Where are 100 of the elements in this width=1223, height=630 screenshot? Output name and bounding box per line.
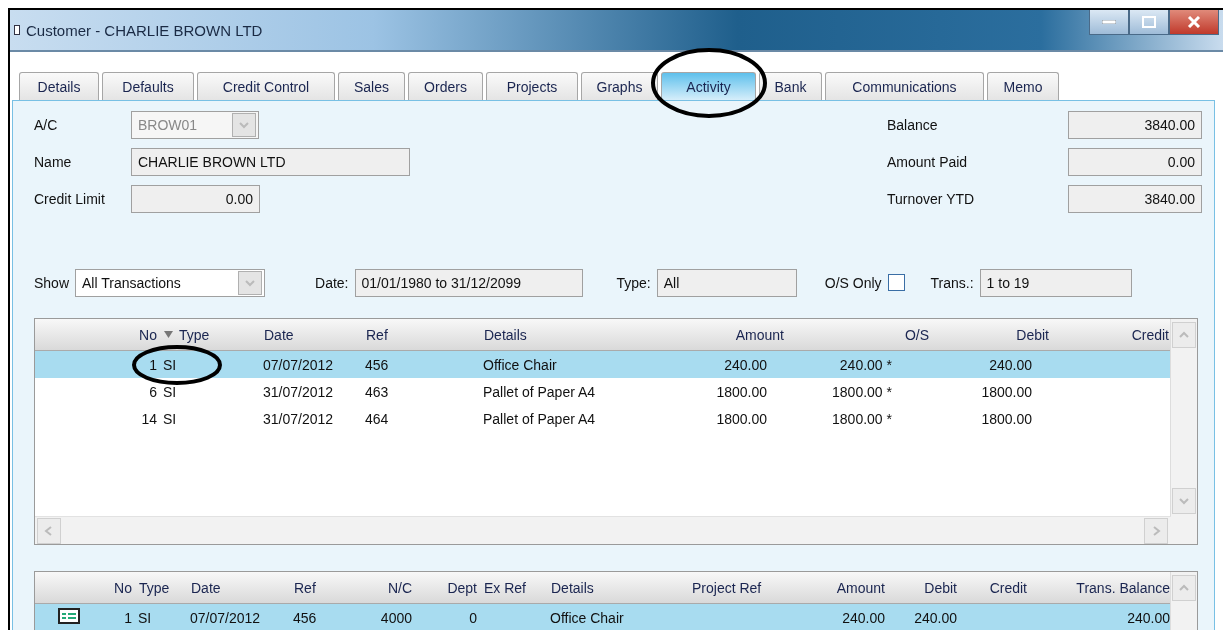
column-header[interactable]: Type xyxy=(164,326,210,343)
column-header[interactable]: Ref xyxy=(294,579,316,596)
tab[interactable]: Bank xyxy=(759,72,822,100)
table-cell: SI xyxy=(163,383,177,400)
table-cell: 14 xyxy=(141,410,157,427)
chevron-icon xyxy=(238,120,250,130)
column-header[interactable]: Debit xyxy=(924,579,957,596)
table-cell: Office Chair xyxy=(483,356,557,373)
field-label: Credit Limit xyxy=(34,191,106,207)
table-cell: Pallet of Paper A4 xyxy=(483,410,596,427)
name-field[interactable]: CHARLIE BROWN LTD xyxy=(131,148,410,176)
date-range-field[interactable]: 01/01/1980 to 31/12/2099 xyxy=(354,268,583,297)
transaction-row[interactable]: 1 SI 07/07/2012 456 Office Chair 240.00 240.00 * 240.00 xyxy=(35,351,1171,378)
minimize-icon xyxy=(1102,20,1116,24)
table-cell: 31/07/2012 xyxy=(263,383,334,400)
table-cell: 1800.00 xyxy=(716,383,767,400)
table-cell: 1800.00 xyxy=(716,410,767,427)
tab[interactable]: Activity xyxy=(661,72,756,100)
credit-limit-field[interactable]: 0.00 xyxy=(131,185,260,213)
window-title: Customer - CHARLIE BROWN LTD xyxy=(26,21,263,39)
scroll-up-icon xyxy=(1178,330,1190,340)
tab[interactable]: Details xyxy=(19,72,99,100)
table-cell: 456 xyxy=(365,356,389,373)
table-cell: 07/07/2012 xyxy=(190,609,261,626)
tab[interactable]: Memo xyxy=(987,72,1059,100)
column-header[interactable]: Details xyxy=(484,326,527,343)
table-cell: 240.00 * xyxy=(839,356,892,373)
window-icon xyxy=(14,25,20,35)
tab[interactable]: Defaults xyxy=(102,72,194,100)
table-cell: 463 xyxy=(365,383,389,400)
table-cell: SI xyxy=(163,356,177,373)
total-field: 0.00 xyxy=(1068,148,1202,176)
show-label: Show xyxy=(34,274,70,291)
tab[interactable]: Communications xyxy=(825,72,984,100)
table-cell: 240.00 xyxy=(989,356,1032,373)
table-cell: 1 xyxy=(149,356,157,373)
field-label: A/C xyxy=(34,117,59,133)
tab[interactable]: Credit Control xyxy=(197,72,335,100)
field-label: Balance xyxy=(887,117,939,133)
date-label: Date: xyxy=(315,274,349,291)
os-only-label: O/S Only xyxy=(824,274,882,291)
column-header[interactable]: Date xyxy=(191,579,221,596)
table-cell: 240.00 xyxy=(842,609,885,626)
record-icon xyxy=(57,608,80,624)
table-cell: SI xyxy=(163,410,177,427)
table-cell: 240.00 xyxy=(914,609,957,626)
close-button[interactable] xyxy=(1169,10,1219,35)
tab[interactable]: Projects xyxy=(486,72,578,100)
table-cell: 1800.00 xyxy=(981,410,1032,427)
table-cell: 240.00 xyxy=(724,356,767,373)
table-cell: Pallet of Paper A4 xyxy=(483,383,596,400)
table-cell: 456 xyxy=(293,609,317,626)
trans-range-field[interactable]: 1 to 19 xyxy=(979,268,1132,297)
column-header[interactable]: O/S xyxy=(904,326,929,343)
type-label: Type: xyxy=(616,274,651,291)
split-row[interactable]: 1 SI 07/07/2012 456 4000 0 Office Chair 240.00 240.00 240.00 xyxy=(35,604,1171,630)
table-cell: 4000 xyxy=(380,609,412,626)
column-header[interactable]: Ex Ref xyxy=(484,579,526,596)
tab[interactable]: Orders xyxy=(408,72,483,100)
column-header[interactable]: Credit xyxy=(1131,326,1169,343)
column-header[interactable]: Project Ref xyxy=(692,579,762,596)
show-dropdown[interactable]: All Transactions xyxy=(75,268,266,297)
table-cell: 1800.00 * xyxy=(832,410,892,427)
column-header[interactable]: Amount xyxy=(836,579,885,596)
chevron-icon xyxy=(244,277,257,288)
maximize-icon xyxy=(1142,16,1156,28)
field-label: Turnover YTD xyxy=(887,191,976,207)
column-header[interactable]: Debit xyxy=(1016,326,1049,343)
sort-descending-icon xyxy=(164,331,173,338)
column-header[interactable]: Amount xyxy=(735,326,784,343)
column-header[interactable]: Ref xyxy=(366,326,388,343)
minimize-button[interactable] xyxy=(1089,10,1129,35)
table-cell: 240.00 xyxy=(1127,609,1170,626)
os-only-checkbox[interactable] xyxy=(887,274,905,291)
type-field[interactable]: All xyxy=(656,268,797,297)
table-cell: 31/07/2012 xyxy=(263,410,334,427)
column-header[interactable]: Trans. Balance xyxy=(1076,579,1170,596)
column-header[interactable]: Date xyxy=(264,326,294,343)
total-field: 3840.00 xyxy=(1068,185,1202,213)
table-cell: 1800.00 xyxy=(981,383,1032,400)
column-header[interactable]: Dept xyxy=(447,579,477,596)
table-cell: 1800.00 * xyxy=(832,383,892,400)
table-cell: 1 xyxy=(124,609,132,626)
scroll-down-icon xyxy=(1178,496,1190,506)
column-header[interactable]: Details xyxy=(551,579,594,596)
column-header[interactable]: No xyxy=(139,326,157,343)
tab[interactable]: Graphs xyxy=(581,72,658,100)
close-icon xyxy=(1187,16,1201,28)
column-header[interactable]: Credit xyxy=(989,579,1027,596)
total-field: 3840.00 xyxy=(1068,111,1202,139)
table-cell: 0 xyxy=(469,609,477,626)
column-header[interactable]: N/C xyxy=(387,579,412,596)
maximize-button[interactable] xyxy=(1129,10,1169,35)
tab[interactable]: Sales xyxy=(338,72,405,100)
table-cell: 07/07/2012 xyxy=(263,356,334,373)
column-header[interactable]: Type xyxy=(139,579,170,596)
scroll-up-icon xyxy=(1178,583,1190,593)
table-cell: 464 xyxy=(365,410,389,427)
table-cell: Office Chair xyxy=(550,609,624,626)
column-header[interactable]: No xyxy=(114,579,132,596)
